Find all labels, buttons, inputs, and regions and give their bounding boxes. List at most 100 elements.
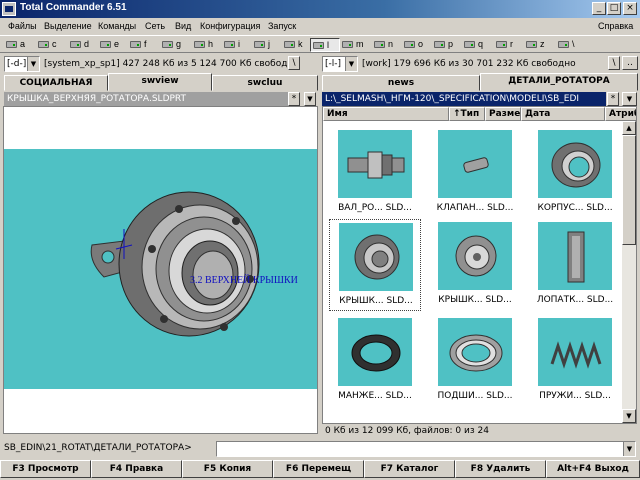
left-root-button[interactable]: \: [288, 56, 300, 70]
menu-configuration[interactable]: Конфигурация: [200, 21, 260, 31]
f8-delete-button[interactable]: F8 Удалить: [455, 460, 546, 478]
right-hotlist-button[interactable]: ▼: [622, 92, 637, 106]
drive-button[interactable]: r: [494, 38, 524, 52]
drive-button[interactable]: j: [252, 38, 282, 52]
close-button[interactable]: ×: [623, 2, 637, 15]
right-history-button[interactable]: *: [607, 92, 619, 106]
drive-button[interactable]: f: [128, 38, 158, 52]
menu-view[interactable]: Вид: [175, 21, 191, 31]
thumbnail-item[interactable]: КОРПУС... SLD...: [529, 127, 621, 219]
f4-edit-button[interactable]: F4 Правка: [91, 460, 182, 478]
maximize-button[interactable]: □: [607, 2, 621, 15]
column-label: Атрибу: [609, 109, 636, 119]
menu-selection[interactable]: Выделение: [44, 21, 92, 31]
left-tab-0[interactable]: СОЦИАЛЬНАЯ: [4, 75, 108, 91]
menu-start[interactable]: Запуск: [268, 21, 296, 31]
thumbnail-item[interactable]: МАНЖЕ... SLD...: [329, 315, 421, 407]
drive-button[interactable]: g: [160, 38, 190, 52]
chevron-down-icon: ▼: [626, 95, 633, 103]
drive-letter: e: [114, 39, 120, 49]
drive-button[interactable]: m: [340, 38, 370, 52]
fkey-label: F5 Копия: [203, 464, 252, 474]
drive-button[interactable]: i: [222, 38, 252, 52]
scroll-down-button[interactable]: ▼: [622, 409, 636, 423]
drive-letter: g: [176, 39, 182, 49]
column-date[interactable]: Дата: [521, 107, 605, 121]
left-tab-1[interactable]: swview: [108, 73, 212, 91]
f6-move-button[interactable]: F6 Перемещ: [273, 460, 364, 478]
thumbnail-name: ПОДШИ... SLD...: [437, 391, 513, 401]
right-up-button[interactable]: ..: [622, 56, 638, 70]
thumbnail-item[interactable]: ПОДШИ... SLD...: [429, 315, 521, 407]
root-label: \: [612, 58, 616, 68]
drive-button[interactable]: l: [310, 38, 340, 52]
f7-mkdir-button[interactable]: F7 Каталог: [364, 460, 455, 478]
tab-label: СОЦИАЛЬНАЯ: [19, 78, 93, 88]
column-size[interactable]: Размер: [485, 107, 521, 121]
right-tab-0[interactable]: news: [322, 75, 480, 91]
right-root-button[interactable]: \: [608, 56, 620, 70]
tab-label: swcluu: [247, 78, 283, 88]
right-file-panel[interactable]: Имя ↑Тип Размер Дата Атрибу ВАЛ_РО... SL…: [322, 106, 637, 424]
thumbnail-item[interactable]: ЛОПАТК... SLD...: [529, 219, 621, 311]
menu-commands[interactable]: Команды: [98, 21, 136, 31]
alt-f4-exit-button[interactable]: Alt+F4 Выход: [546, 460, 640, 478]
drive-letter: h: [208, 39, 214, 49]
fkey-label: F8 Удалить: [470, 464, 531, 474]
left-path-text: КРЫШКА_ВЕРХНЯЯ_РОТАТОРА.SLDPRT: [7, 94, 187, 104]
drive-button[interactable]: c: [36, 38, 66, 52]
thumbnail-item[interactable]: ВАЛ_РО... SLD...: [329, 127, 421, 219]
drive-button[interactable]: h: [192, 38, 222, 52]
thumbnail-item[interactable]: КЛАПАН... SLD...: [429, 127, 521, 219]
drive-button[interactable]: z: [524, 38, 554, 52]
fkey-label: F6 Перемещ: [285, 464, 352, 474]
right-drive-select[interactable]: [-l-] ▼: [322, 56, 358, 72]
right-tab-1[interactable]: ДЕТАЛИ_РОТАТОРА: [480, 73, 638, 91]
drive-button[interactable]: k: [282, 38, 312, 52]
menu-help[interactable]: Справка: [598, 21, 633, 31]
thumbnail-item[interactable]: КРЫШК... SLD...: [429, 219, 521, 311]
column-type[interactable]: ↑Тип: [449, 107, 485, 121]
drive-button[interactable]: o: [402, 38, 432, 52]
column-attributes[interactable]: Атрибу: [605, 107, 636, 121]
shaft-icon: [337, 129, 413, 199]
drive-button[interactable]: d: [68, 38, 98, 52]
right-scrollbar[interactable]: ▲ ▼: [622, 121, 636, 423]
model-viewport[interactable]: 3.2 ВЕРХНЕЙ КРЫШКИ: [4, 149, 317, 389]
thumbnail-name: КРЫШК... SLD...: [339, 296, 413, 306]
f3-view-button[interactable]: F3 Просмотр: [0, 460, 91, 478]
thumbnail-item[interactable]: КРЫШК... SLD...: [329, 219, 421, 311]
right-path-bar[interactable]: L:\_SELMASH\_НГМ-120\_SPECIFICATION\MODE…: [322, 92, 606, 106]
app-icon: [2, 2, 16, 16]
left-hotlist-button[interactable]: ▼: [304, 92, 316, 106]
column-label: ↑Тип: [453, 109, 480, 119]
star-label: *: [610, 94, 616, 104]
left-volume-info: [system_xp_sp1] 427 248 Кб из 5 124 700 …: [44, 59, 288, 69]
column-name[interactable]: Имя: [323, 107, 449, 121]
f5-copy-button[interactable]: F5 Копия: [182, 460, 273, 478]
drive-button[interactable]: \: [556, 38, 586, 52]
thumbnail-item[interactable]: ПРУЖИ... SLD...: [529, 315, 621, 407]
drive-letter: k: [298, 39, 303, 49]
scroll-thumb[interactable]: [622, 135, 636, 245]
drive-button[interactable]: e: [98, 38, 128, 52]
tab-label: swview: [141, 76, 179, 86]
column-label: Имя: [327, 109, 348, 119]
drive-icon: [434, 41, 445, 48]
left-history-button[interactable]: *: [288, 92, 300, 106]
left-preview-pane[interactable]: 3.2 ВЕРХНЕЙ КРЫШКИ: [3, 106, 318, 434]
drive-icon: [224, 41, 235, 48]
drive-button[interactable]: a: [4, 38, 34, 52]
menu-files[interactable]: Файлы: [8, 21, 37, 31]
drive-button[interactable]: n: [372, 38, 402, 52]
menu-network[interactable]: Сеть: [145, 21, 165, 31]
left-drive-select[interactable]: [-d-] ▼: [4, 56, 40, 72]
scroll-up-button[interactable]: ▲: [622, 121, 636, 135]
drive-letter: i: [238, 39, 240, 49]
drive-button[interactable]: q: [462, 38, 492, 52]
left-tab-2[interactable]: swcluu: [212, 75, 318, 91]
drive-button[interactable]: p: [432, 38, 462, 52]
command-input[interactable]: ▼: [216, 441, 636, 457]
left-path-bar[interactable]: КРЫШКА_ВЕРХНЯЯ_РОТАТОРА.SLDPRT: [4, 92, 288, 106]
minimize-button[interactable]: _: [592, 2, 606, 15]
